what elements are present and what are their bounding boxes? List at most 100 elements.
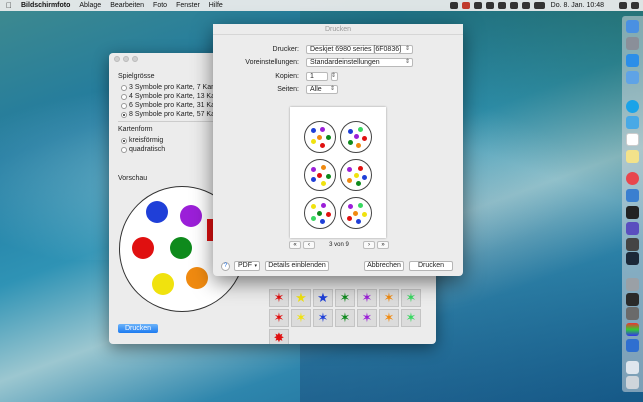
- cancel-button[interactable]: Abbrechen: [364, 261, 404, 271]
- star-symbol[interactable]: ✶: [379, 309, 399, 327]
- skype-icon[interactable]: [626, 100, 639, 113]
- pages-select[interactable]: Alle ⇕: [306, 85, 338, 94]
- menu-bar:  Bildschirmfoto Ablage Bearbeiten Foto …: [0, 0, 643, 11]
- card-shape-heading: Kartenform: [118, 126, 153, 133]
- zoom-button[interactable]: [132, 56, 138, 62]
- copies-field[interactable]: 1: [306, 72, 328, 81]
- trash-icon[interactable]: [626, 376, 639, 389]
- itunes-icon[interactable]: [626, 172, 639, 185]
- size-option-3[interactable]: 3 Symbole pro Karte, 7 Karten: [129, 84, 223, 91]
- radio-size-3[interactable]: [121, 85, 127, 91]
- finder-icon[interactable]: [626, 20, 639, 33]
- star-symbol[interactable]: ✶: [291, 309, 311, 327]
- star-symbol[interactable]: ✶: [401, 289, 421, 307]
- page-indicator: 3 von 9: [329, 242, 349, 248]
- chevron-updown-icon: ⇕: [329, 86, 335, 92]
- star-symbol[interactable]: ★: [291, 289, 311, 307]
- status-area: Do. 8. Jan. 10:48: [446, 0, 639, 11]
- twitter-icon[interactable]: [626, 116, 639, 129]
- star-symbol[interactable]: ✶: [269, 289, 289, 307]
- menu-fenster[interactable]: Fenster: [176, 2, 200, 9]
- star-symbol[interactable]: ✶: [313, 309, 333, 327]
- print-dialog-title: Drucken: [213, 24, 463, 35]
- star-symbol[interactable]: ★: [313, 289, 333, 307]
- pdf-menu-button[interactable]: PDF ▾: [234, 261, 260, 271]
- green-circle-symbol: [170, 237, 192, 259]
- star-symbol[interactable]: ✶: [357, 289, 377, 307]
- first-page-button[interactable]: «: [289, 241, 301, 249]
- radio-square[interactable]: [121, 147, 127, 153]
- star-symbol[interactable]: ✶: [335, 309, 355, 327]
- print-button-main[interactable]: Drucken: [118, 324, 158, 333]
- xcode-icon[interactable]: [626, 189, 639, 202]
- radio-round[interactable]: [121, 138, 127, 144]
- preview-card: [304, 159, 336, 191]
- battery-icon[interactable]: [533, 2, 545, 9]
- status-icon-3[interactable]: [473, 2, 482, 9]
- app-icon-blue[interactable]: [626, 339, 639, 352]
- shape-option-round[interactable]: kreisförmig: [129, 137, 163, 144]
- launchpad-icon[interactable]: [626, 37, 639, 50]
- shape-option-square[interactable]: quadratisch: [129, 146, 165, 153]
- presets-select[interactable]: Standardeinstellungen ⇕: [306, 58, 413, 67]
- menu-foto[interactable]: Foto: [153, 2, 167, 9]
- close-button[interactable]: [114, 56, 120, 62]
- notification-center-icon[interactable]: [631, 2, 639, 9]
- radio-size-8[interactable]: [121, 112, 127, 118]
- safari-icon[interactable]: [626, 54, 639, 67]
- show-details-button[interactable]: Details einblenden: [265, 261, 329, 271]
- calendar-icon[interactable]: [626, 133, 639, 146]
- preview-card: [340, 159, 372, 191]
- bluetooth-icon[interactable]: [497, 2, 506, 9]
- copies-stepper[interactable]: ⇕: [331, 72, 338, 81]
- wifi-icon[interactable]: [509, 2, 518, 9]
- preview-card: [304, 197, 336, 229]
- status-icon-1[interactable]: [449, 2, 458, 9]
- app-icon-kindle[interactable]: [626, 293, 639, 306]
- radio-size-6[interactable]: [121, 103, 127, 109]
- copies-value: 1: [310, 73, 314, 80]
- print-button[interactable]: Drucken: [409, 261, 453, 271]
- printer-value: Deskjet 6980 series [6F0836]: [310, 46, 402, 53]
- star-symbol[interactable]: ✶: [401, 309, 421, 327]
- status-icon-2[interactable]: [461, 2, 470, 9]
- volume-icon[interactable]: [521, 2, 530, 9]
- radio-size-4[interactable]: [121, 94, 127, 100]
- app-icon-steam[interactable]: [626, 252, 639, 265]
- terminal-icon[interactable]: [626, 206, 639, 219]
- red-circle-symbol: [132, 237, 154, 259]
- menu-hilfe[interactable]: Hilfe: [209, 2, 223, 9]
- app-icon-purple[interactable]: [626, 222, 639, 235]
- star-symbol[interactable]: ✶: [379, 289, 399, 307]
- minimize-button[interactable]: [123, 56, 129, 62]
- next-page-button[interactable]: ›: [363, 241, 375, 249]
- documents-icon[interactable]: [626, 361, 639, 374]
- menu-app-name[interactable]: Bildschirmfoto: [21, 2, 70, 9]
- star-symbol[interactable]: ✸: [269, 329, 289, 344]
- help-button[interactable]: ?: [221, 262, 230, 271]
- menu-ablage[interactable]: Ablage: [79, 2, 101, 9]
- printer-select[interactable]: Deskjet 6980 series [6F0836] ⇕: [306, 45, 413, 54]
- finder-alt-icon[interactable]: [626, 71, 639, 84]
- menu-bearbeiten[interactable]: Bearbeiten: [110, 2, 144, 9]
- stepper-icon: ⇕: [330, 73, 336, 79]
- apple-menu-icon[interactable]: : [6, 1, 12, 10]
- time-machine-icon[interactable]: [485, 2, 494, 9]
- last-page-button[interactable]: »: [377, 241, 389, 249]
- clock[interactable]: Do. 8. Jan. 10:48: [551, 2, 604, 9]
- purple-circle-symbol: [180, 205, 202, 227]
- preview-card: [340, 121, 372, 153]
- star-symbol[interactable]: ✶: [357, 309, 377, 327]
- spotlight-icon[interactable]: [619, 2, 627, 9]
- preview-heading: Vorschau: [118, 175, 148, 182]
- app-icon-grey[interactable]: [626, 278, 639, 291]
- star-symbol[interactable]: ✶: [269, 309, 289, 327]
- prev-page-button[interactable]: ‹: [303, 241, 315, 249]
- star-symbol[interactable]: ✶: [335, 289, 355, 307]
- chevron-updown-icon: ⇕: [404, 46, 410, 52]
- app-icon-colors[interactable]: [626, 323, 639, 336]
- presets-value: Standardeinstellungen: [310, 59, 380, 66]
- app-icon-dark[interactable]: [626, 238, 639, 251]
- app-icon-gm[interactable]: [626, 307, 639, 320]
- notes-icon[interactable]: [626, 150, 639, 163]
